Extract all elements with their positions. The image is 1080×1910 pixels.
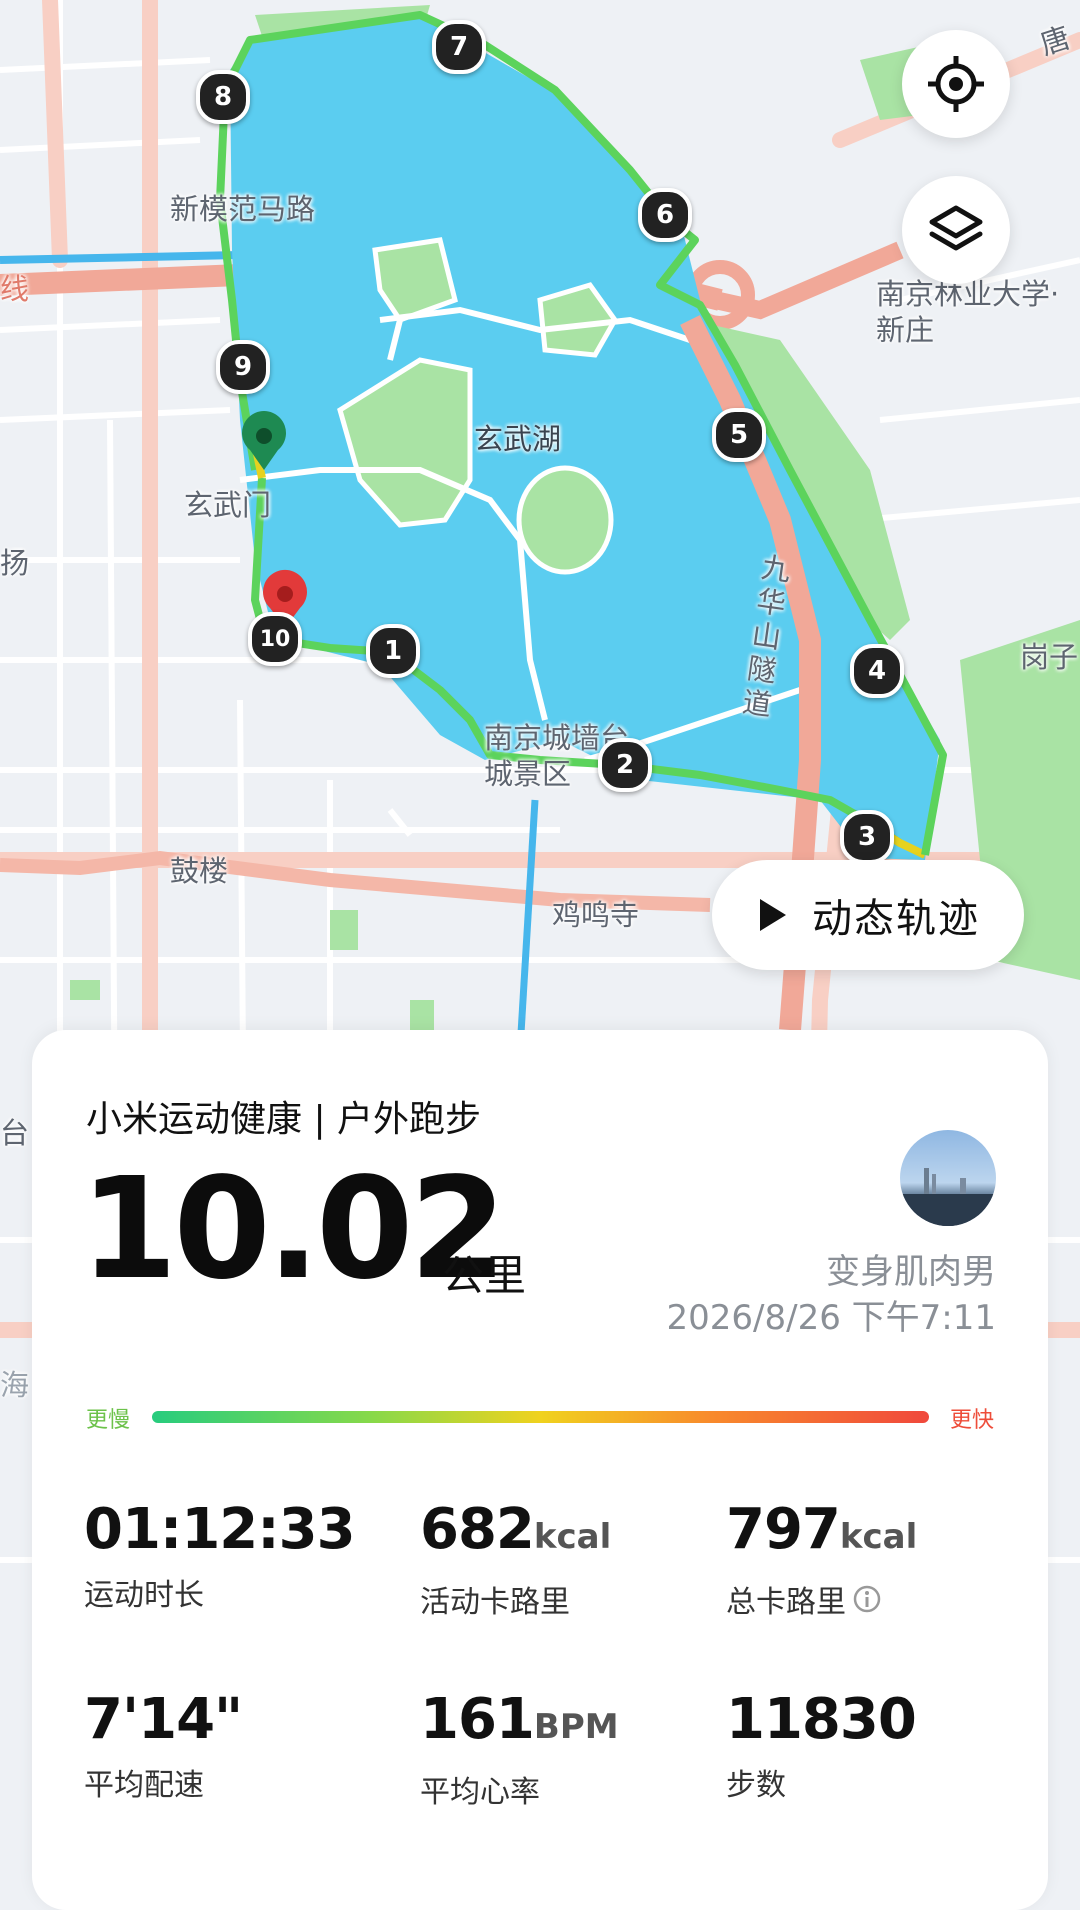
layers-icon xyxy=(929,205,983,251)
distance-value: 10.02 xyxy=(80,1148,507,1311)
dynamic-track-button[interactable]: 动态轨迹 xyxy=(712,860,1024,970)
km-marker-6[interactable]: 6 xyxy=(638,188,692,242)
dynamic-track-label: 动态轨迹 xyxy=(812,896,980,942)
speed-legend-fast: 更快 xyxy=(949,1408,994,1433)
label-xian: 线 xyxy=(0,272,30,306)
label-xuanwu-lake: 玄武湖 xyxy=(474,422,562,456)
stat-avg-pace-label: 平均配速 xyxy=(84,1768,204,1803)
info-icon[interactable] xyxy=(852,1584,882,1614)
stat-active-calories: 682kcal 活动卡路里 xyxy=(420,1500,611,1621)
stat-avg-pace: 7'14" 平均配速 xyxy=(84,1687,243,1804)
avatar[interactable] xyxy=(900,1130,996,1226)
speed-gradient-bar xyxy=(152,1411,929,1423)
stat-avg-heart-rate: 161BPM 平均心率 xyxy=(420,1690,619,1811)
stat-steps-value: 11830 xyxy=(726,1687,917,1752)
label-xuanwu-gate: 玄武门 xyxy=(184,488,272,522)
layers-button[interactable] xyxy=(902,176,1010,284)
label-forestry-university: 南京林业大学·新庄 xyxy=(876,277,1060,347)
stat-avg-heart-rate-unit: BPM xyxy=(533,1707,619,1747)
label-xinmofan-road: 新模范马路 xyxy=(170,192,316,226)
stat-active-calories-label: 活动卡路里 xyxy=(420,1585,570,1620)
stat-total-calories-value: 797 xyxy=(726,1497,841,1562)
km-marker-1[interactable]: 1 xyxy=(366,624,420,678)
distance-unit: 公里 xyxy=(442,1251,527,1300)
stat-avg-heart-rate-label: 平均心率 xyxy=(420,1775,540,1810)
label-jiming-temple: 鸡鸣寺 xyxy=(552,898,640,932)
card-title: 小米运动健康 | 户外跑步 xyxy=(86,1099,482,1140)
label-gulou: 鼓楼 xyxy=(170,854,229,888)
stat-total-calories-label: 总卡路里 xyxy=(726,1585,846,1620)
stat-duration-value: 01:12:33 xyxy=(84,1497,356,1562)
stat-steps: 11830 步数 xyxy=(726,1687,917,1804)
stat-steps-label: 步数 xyxy=(726,1768,786,1803)
speed-legend-slow: 更慢 xyxy=(86,1408,131,1433)
stat-active-calories-value: 682 xyxy=(420,1497,535,1562)
crosshair-icon xyxy=(928,56,984,112)
username: 变身肌肉男 xyxy=(826,1252,996,1292)
play-icon xyxy=(760,899,786,931)
stat-avg-heart-rate-value: 161 xyxy=(420,1687,535,1752)
stat-duration-label: 运动时长 xyxy=(84,1578,204,1613)
workout-summary-card: 小米运动健康 | 户外跑步 10.02 公里 变身肌肉男 2026/8/26 下… xyxy=(32,1030,1048,1910)
label-tai: 台 xyxy=(0,1116,30,1150)
label-gangzi: 岗子 xyxy=(1020,640,1079,674)
stat-total-calories-unit: kcal xyxy=(839,1517,918,1557)
workout-datetime: 2026/8/26 下午7:11 xyxy=(666,1298,997,1338)
km-marker-2[interactable]: 2 xyxy=(598,738,652,792)
stat-active-calories-unit: kcal xyxy=(533,1517,612,1557)
label-yang: 扬 xyxy=(0,546,30,580)
km-marker-9[interactable]: 9 xyxy=(216,340,270,394)
km-marker-10[interactable]: 10 xyxy=(248,612,302,666)
avatar-image xyxy=(900,1168,996,1226)
label-hai: 海 xyxy=(0,1368,30,1402)
stat-avg-pace-value: 7'14" xyxy=(84,1687,243,1752)
km-marker-4[interactable]: 4 xyxy=(850,644,904,698)
km-marker-5[interactable]: 5 xyxy=(712,408,766,462)
locate-button[interactable] xyxy=(902,30,1010,138)
km-marker-7[interactable]: 7 xyxy=(432,20,486,74)
stat-total-calories: 797kcal 总卡路里 xyxy=(726,1500,917,1621)
km-marker-3[interactable]: 3 xyxy=(840,810,894,864)
km-marker-8[interactable]: 8 xyxy=(196,70,250,124)
stat-duration: 01:12:33 运动时长 xyxy=(84,1497,356,1614)
